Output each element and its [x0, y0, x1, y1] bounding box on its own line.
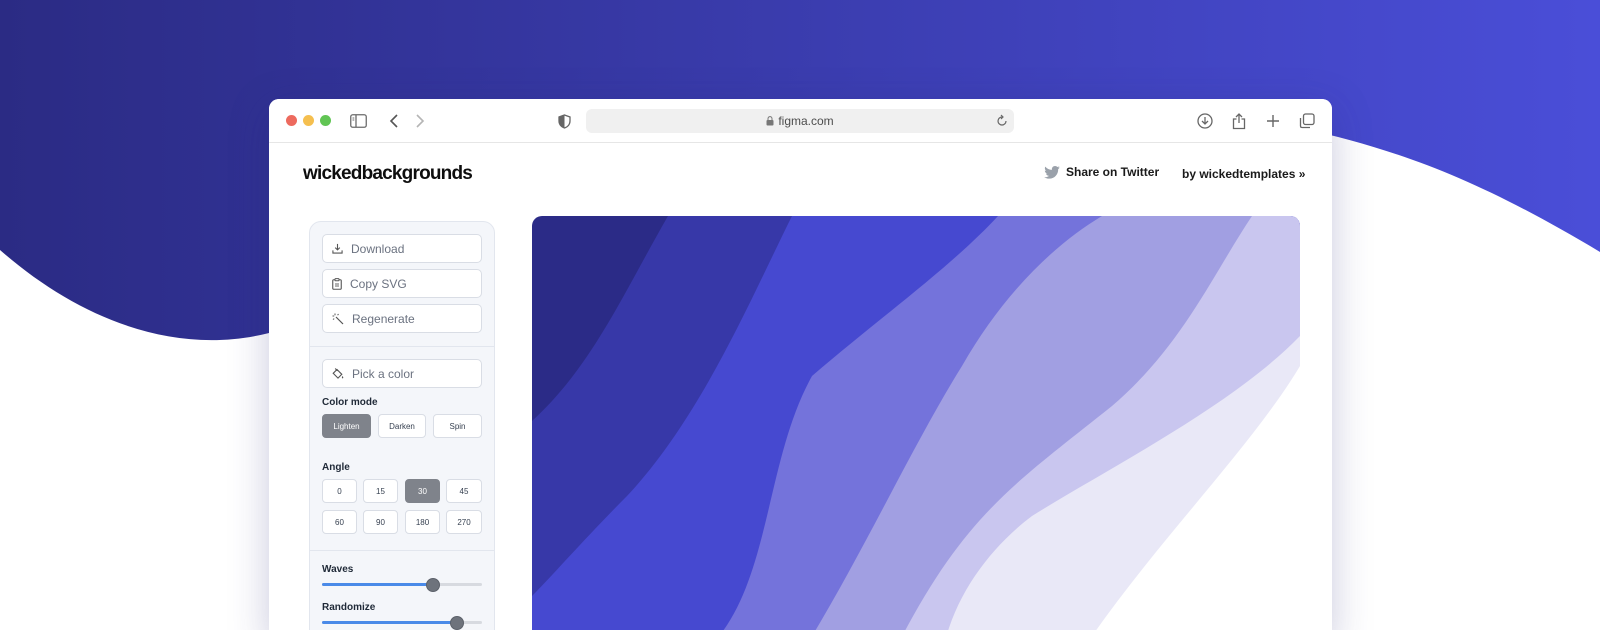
angle-option-0[interactable]: 0 [322, 479, 357, 503]
download-label: Download [351, 241, 405, 256]
browser-toolbar: figma.com [269, 99, 1332, 143]
angle-option-60[interactable]: 60 [322, 510, 357, 534]
lock-icon [766, 116, 774, 126]
address-bar[interactable]: figma.com [586, 109, 1014, 133]
copy-svg-label: Copy SVG [350, 276, 407, 291]
randomize-label: Randomize [322, 602, 376, 613]
shield-icon[interactable] [553, 110, 575, 132]
waves-label: Waves [322, 564, 354, 575]
share-label: Share on Twitter [1066, 165, 1160, 179]
download-arrow-icon [332, 243, 343, 254]
slider-fill [322, 621, 457, 624]
randomize-slider[interactable] [322, 616, 482, 630]
reload-icon[interactable] [996, 114, 1008, 127]
wave-preview [532, 216, 1300, 630]
by-wickedtemplates-link[interactable]: by wickedtemplates » [1182, 167, 1305, 181]
panel-divider [310, 550, 494, 551]
color-mode-lighten[interactable]: Lighten [322, 414, 371, 438]
angle-option-45[interactable]: 45 [446, 479, 482, 503]
angle-option-15[interactable]: 15 [363, 479, 398, 503]
twitter-icon [1044, 165, 1060, 179]
color-mode-darken[interactable]: Darken [378, 414, 426, 438]
minimize-window-button[interactable] [303, 115, 314, 126]
slider-knob[interactable] [426, 578, 440, 592]
magic-wand-icon [332, 313, 344, 324]
angle-option-30[interactable]: 30 [405, 479, 440, 503]
site-header: wickedbackgrounds Share on Twitter by wi… [269, 143, 1332, 203]
waves-slider[interactable] [322, 578, 482, 592]
download-icon[interactable] [1194, 110, 1216, 132]
angle-option-180[interactable]: 180 [405, 510, 440, 534]
control-panel: Download Copy SVG Regenerate Pick a colo… [309, 221, 495, 630]
regenerate-label: Regenerate [352, 311, 415, 326]
maximize-window-button[interactable] [320, 115, 331, 126]
slider-fill [322, 583, 433, 586]
angle-option-90[interactable]: 90 [363, 510, 398, 534]
slider-knob[interactable] [450, 616, 464, 630]
site-logo[interactable]: wickedbackgrounds [303, 163, 473, 185]
copy-svg-button[interactable]: Copy SVG [322, 269, 482, 298]
angle-option-270[interactable]: 270 [446, 510, 482, 534]
paint-bucket-icon [332, 367, 344, 379]
clipboard-icon [332, 277, 342, 290]
back-icon[interactable] [383, 110, 405, 132]
tabs-icon[interactable] [1296, 110, 1318, 132]
angle-label: Angle [322, 462, 350, 473]
color-mode-spin[interactable]: Spin [433, 414, 482, 438]
sidebar-icon[interactable] [347, 110, 369, 132]
forward-icon[interactable] [409, 110, 431, 132]
plus-icon[interactable] [1262, 110, 1284, 132]
close-window-button[interactable] [286, 115, 297, 126]
panel-divider [310, 346, 494, 347]
regenerate-button[interactable]: Regenerate [322, 304, 482, 333]
share-icon[interactable] [1228, 110, 1250, 132]
url-text: figma.com [778, 114, 834, 128]
color-picker-input[interactable]: Pick a color [322, 359, 482, 388]
color-mode-label: Color mode [322, 397, 378, 408]
browser-window: figma.com wickedbackgrounds Share on Twi… [269, 99, 1332, 630]
pick-color-placeholder: Pick a color [352, 366, 415, 381]
share-on-twitter-link[interactable]: Share on Twitter [1044, 165, 1159, 179]
download-button[interactable]: Download [322, 234, 482, 263]
